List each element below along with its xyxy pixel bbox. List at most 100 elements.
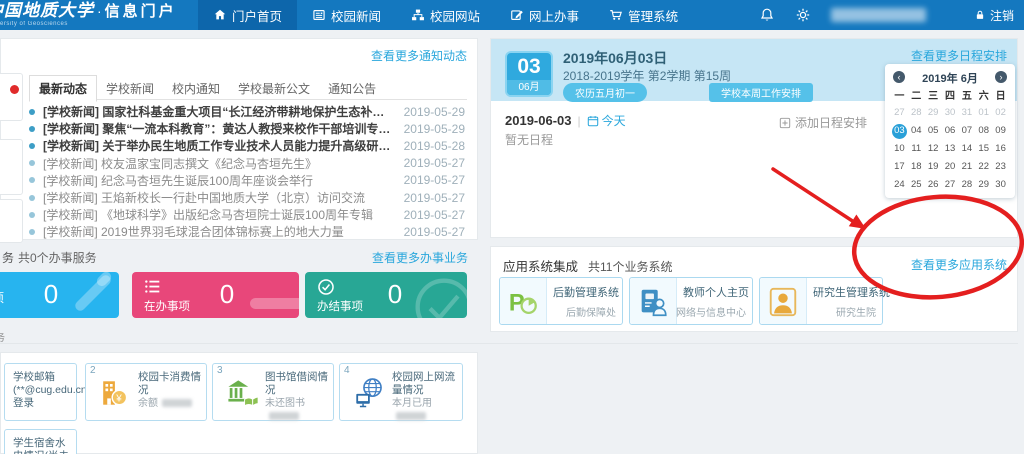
news-tabs: 最新动态学校新闻校内通知学校最新公文通知公告 (29, 75, 467, 100)
network-icon (348, 375, 388, 411)
add-schedule-button[interactable]: 添加日程安排 (779, 114, 867, 131)
calendar-day[interactable]: 29 (925, 104, 942, 122)
tab-校内通知[interactable]: 校内通知 (163, 76, 229, 101)
nav-item-label: 管理系统 (628, 6, 678, 25)
calendar-weekdays: 一二三四五六日 (891, 87, 1009, 102)
app-card-研究生管理系统[interactable]: 3研究生管理系统研究生院 (759, 277, 883, 325)
empty-schedule-label: 暂无日程 (505, 131, 553, 148)
lunar-date-pill[interactable]: 农历五月初一 (563, 83, 647, 102)
dorm-utilities-card[interactable]: 学生宿舍水电情况(尚未集成) (4, 429, 77, 454)
calendar-day[interactable]: 26 (925, 176, 942, 194)
redacted-value (269, 412, 299, 420)
calendar-day[interactable]: 11 (908, 140, 925, 158)
calendar-day[interactable]: 06 (942, 122, 959, 140)
more-notices-link[interactable]: 查看更多通知动态 (371, 47, 467, 64)
calendar-day[interactable]: 28 (908, 104, 925, 122)
calendar-day[interactable]: 21 (958, 158, 975, 176)
weekly-plan-pill[interactable]: 学校本周工作安排 (709, 83, 813, 102)
done-stat-card[interactable]: 办结事项 0 (305, 272, 467, 318)
quick-card-value-label: 本月已用 (392, 398, 432, 409)
news-item[interactable]: [学校新闻] 纪念马杏垣先生诞辰100周年座谈会举行2019-05-27 (29, 172, 465, 189)
nav-item-label: 门户首页 (232, 6, 282, 25)
news-item[interactable]: [学校新闻] 关于举办民生地质工作专业技术人员能力提升高级研修班的通知2019-… (29, 137, 465, 154)
more-schedule-link[interactable]: 查看更多日程安排 (911, 47, 1007, 64)
app-card-title: 研究生管理系统 (813, 284, 890, 300)
calendar-day[interactable]: 27 (891, 104, 908, 122)
calendar-day[interactable]: 30 (992, 176, 1009, 194)
bell-icon[interactable] (759, 7, 775, 23)
quick-card-校园网上网流量情况[interactable]: 4校园网上网流量情况本月已用 (339, 363, 463, 421)
app-card-后勤管理系统[interactable]: 1P后勤管理系统后勤保障处 (499, 277, 623, 325)
gear-icon[interactable] (795, 7, 811, 23)
calendar-day[interactable]: 19 (925, 158, 942, 176)
news-item-title: [学校新闻] 国家社科基金重大项目“长江经济带耕地保护生态补偿机制构建与政策创新… (43, 103, 394, 120)
calendar-day[interactable]: 22 (975, 158, 992, 176)
logout-button[interactable]: 注销 (974, 7, 1014, 24)
calendar-day[interactable]: 10 (891, 140, 908, 158)
calendar-day[interactable]: 12 (925, 140, 942, 158)
todo-stat-card[interactable]: 项 0 (0, 272, 119, 318)
calendar-icon (587, 115, 599, 127)
services-title-fragment: 务 (2, 249, 14, 266)
news-item[interactable]: [学校新闻] 聚焦“一流本科教育”：黄达人教授来校作干部培训专题报告2019-0… (29, 120, 465, 137)
tab-学校新闻[interactable]: 学校新闻 (97, 76, 163, 101)
news-item[interactable]: [学校新闻] 校友温家宝同志撰文《纪念马杏垣先生》2019-05-27 (29, 155, 465, 172)
doing-stat-card[interactable]: 在办事项 0 (132, 272, 299, 318)
username-redacted[interactable] (831, 8, 926, 22)
quick-card-text: 校园网上网流量情况本月已用 (392, 371, 458, 423)
calendar-day[interactable]: 01 (975, 104, 992, 122)
cutoff-sidebar-fragment (0, 73, 23, 121)
news-item[interactable]: [学校新闻] 2019世界羽毛球混合团体锦标赛上的地大力量2019-05-27 (29, 223, 465, 240)
calendar-day[interactable]: 02 (992, 104, 1009, 122)
logo-portal-text: 信息门户 (105, 3, 177, 20)
today-link[interactable]: 今天 (587, 112, 626, 129)
done-count: 0 (380, 279, 410, 310)
calendar-day[interactable]: 24 (891, 176, 908, 194)
calendar-day[interactable]: 25 (908, 176, 925, 194)
calendar-day[interactable]: 18 (908, 158, 925, 176)
quick-card-图书馆借阅情况[interactable]: 3图书馆借阅情况未还图书 (212, 363, 334, 421)
calendar-day[interactable]: 17 (891, 158, 908, 176)
news-item-date: 2019-05-27 (404, 173, 465, 187)
calendar-day[interactable]: 05 (925, 122, 942, 140)
news-item[interactable]: [学校新闻] 王焰新校长一行赴中国地质大学（北京）访问交流2019-05-27 (29, 189, 465, 206)
more-services-link[interactable]: 查看更多办事业务 (372, 249, 468, 266)
nav-item-校园网站[interactable]: 校园网站 (396, 0, 495, 30)
nav-item-校园新闻[interactable]: 校园新闻 (297, 0, 396, 30)
tab-最新动态[interactable]: 最新动态 (29, 75, 97, 102)
nav-item-门户首页[interactable]: 门户首页 (198, 0, 297, 30)
quick-card-value-row: 本月已用 (392, 397, 458, 423)
more-apps-link[interactable]: 查看更多应用系统 (911, 256, 1007, 273)
calendar-day[interactable]: 16 (992, 140, 1009, 158)
quick-card-校园卡消费情况[interactable]: 2¥校园卡消费情况余额 (85, 363, 207, 421)
calendar-day[interactable]: 30 (942, 104, 959, 122)
news-item[interactable]: [学校新闻] 国家社科基金重大项目“长江经济带耕地保护生态补偿机制构建与政策创新… (29, 103, 465, 120)
calendar-day[interactable]: 28 (958, 176, 975, 194)
calendar-day[interactable]: 13 (942, 140, 959, 158)
calendar-day[interactable]: 07 (958, 122, 975, 140)
calendar-next-button[interactable]: › (995, 71, 1007, 83)
nav-item-管理系统[interactable]: 管理系统 (594, 0, 693, 30)
calendar-day[interactable]: 04 (908, 122, 925, 140)
email-login-card[interactable]: 学校邮箱(**@cug.edu.cn)登录 (4, 363, 77, 421)
services-header: 务 共0个办事服务 查看更多办事业务 (0, 247, 478, 265)
calendar-day[interactable]: 15 (975, 140, 992, 158)
tab-学校最新公文[interactable]: 学校最新公文 (229, 76, 319, 101)
university-logo[interactable]: 中国地质大学·信息门户 University of Geosciences (0, 3, 196, 27)
app-card-教师个人主页[interactable]: 2教师个人主页网络与信息中心 (629, 277, 753, 325)
main-menu: 门户首页校园新闻校园网站网上办事 管理系统 (198, 0, 693, 30)
calendar-day[interactable]: 23 (992, 158, 1009, 176)
nav-item-网上办事[interactable]: 网上办事 (495, 0, 594, 30)
bullet-icon (29, 229, 35, 235)
calendar-day[interactable]: 29 (975, 176, 992, 194)
calendar-day-selected[interactable]: 03 (891, 122, 908, 140)
calendar-day[interactable]: 20 (942, 158, 959, 176)
calendar-day[interactable]: 14 (958, 140, 975, 158)
tab-通知公告[interactable]: 通知公告 (319, 76, 385, 101)
calendar-day[interactable]: 08 (975, 122, 992, 140)
news-item[interactable]: [学校新闻] 《地球科学》出版纪念马杏垣院士诞辰100周年专辑2019-05-2… (29, 206, 465, 223)
calendar-day[interactable]: 09 (992, 122, 1009, 140)
calendar-day[interactable]: 27 (942, 176, 959, 194)
top-navbar: 中国地质大学·信息门户 University of Geosciences 门户… (0, 0, 1024, 30)
calendar-day[interactable]: 31 (958, 104, 975, 122)
